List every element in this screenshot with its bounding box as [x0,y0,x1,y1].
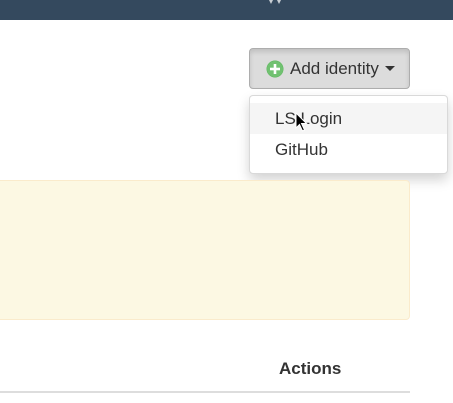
warning-alert [0,180,410,320]
table-header: Actions [0,350,410,393]
add-identity-label: Add identity [290,58,379,78]
top-navbar [0,0,453,20]
actions-column-header: Actions [279,359,342,378]
user-icon[interactable] [265,0,285,4]
identity-provider-menu: LS Login GitHub [249,95,448,174]
add-identity-button[interactable]: Add identity [249,48,410,89]
menu-item-ls-login[interactable]: LS Login [250,103,447,134]
caret-down-icon [384,66,395,71]
menu-item-github[interactable]: GitHub [250,134,447,165]
mouse-cursor-icon [295,112,308,132]
plus-circle-icon [266,60,284,77]
